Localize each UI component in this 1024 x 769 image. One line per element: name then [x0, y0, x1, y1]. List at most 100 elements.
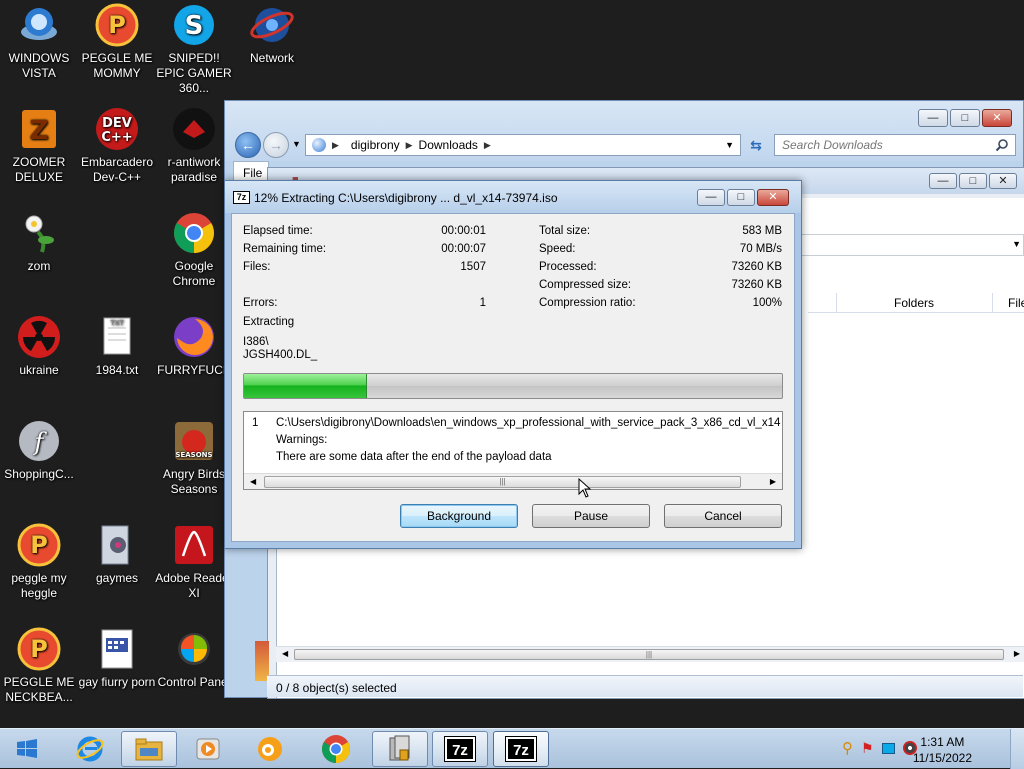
desktop-icon-label: ZOOMER DELUXE	[12, 155, 66, 184]
path-combo-dropdown-icon[interactable]: ▼	[1012, 239, 1021, 249]
dialog-minimize-button[interactable]: —	[697, 189, 725, 206]
dialog-title-bar[interactable]: 7z 12% Extracting C:\Users\digibrony ...…	[225, 181, 801, 213]
recent-pages-chevron-icon[interactable]: ▼	[292, 139, 301, 149]
log-horizontal-scrollbar[interactable]: ◀ ||| ▶	[244, 473, 782, 489]
show-desktop-button[interactable]	[1010, 729, 1024, 769]
compressed-size-value: 73260 KB	[731, 279, 782, 291]
pause-button[interactable]: Pause	[532, 504, 650, 528]
log-scrollbar-thumb[interactable]: |||	[264, 476, 741, 488]
desktop-icon[interactable]: Ppeggle my heggle	[0, 522, 78, 601]
speed-label: Speed:	[539, 243, 576, 255]
processed-label: Processed:	[539, 261, 597, 273]
adobe-reader-icon	[171, 522, 217, 568]
svg-text:P: P	[30, 635, 48, 663]
desktop-icon-label: Angry Birds Seasons	[162, 467, 226, 496]
search-tray-icon[interactable]: ⚲	[842, 741, 853, 756]
desktop-icon[interactable]: Network	[233, 2, 311, 66]
desktop-icon[interactable]: WINDOWS VISTA	[0, 2, 78, 81]
file-list-horizontal-scrollbar[interactable]: ◀ ||| ▶	[276, 646, 1024, 662]
desktop-icon[interactable]: r-antiwork paradise	[155, 106, 233, 185]
clock[interactable]: 1:31 AM 11/15/2022	[913, 734, 972, 766]
zoomer-icon: Z	[16, 106, 62, 152]
taskbar-chrome[interactable]	[308, 731, 364, 767]
inner-maximize-button[interactable]: □	[959, 173, 987, 189]
desktop-icon[interactable]: Adobe Reader XI	[155, 522, 233, 601]
internet-explorer-icon	[76, 736, 104, 762]
forward-button[interactable]: →	[263, 132, 289, 158]
dialog-maximize-button[interactable]: □	[727, 189, 755, 206]
close-button[interactable]: ✕	[982, 109, 1012, 127]
desktop-icon[interactable]: gaymes	[78, 522, 156, 586]
log-scroll-left-icon[interactable]: ◀	[250, 477, 256, 486]
search-input[interactable]: Search Downloads	[774, 134, 1016, 156]
breadcrumb-digibrony[interactable]: digibrony	[351, 138, 400, 152]
maximize-button[interactable]: □	[950, 109, 980, 127]
desktop-icon-label: Network	[249, 51, 294, 65]
desktop-icon-label: PEGGLE ME MOMMY	[81, 51, 153, 80]
address-dropdown-icon[interactable]: ▼	[725, 140, 734, 150]
scroll-right-icon[interactable]: ▶	[1014, 649, 1020, 658]
cancel-button[interactable]: Cancel	[664, 504, 782, 528]
scroll-left-icon[interactable]: ◀	[282, 649, 288, 658]
operation-label: Extracting	[243, 316, 295, 328]
compressed-size-label: Compressed size:	[539, 279, 632, 291]
taskbar-file-explorer[interactable]	[121, 731, 177, 767]
compression-ratio-value: 100%	[752, 297, 782, 309]
desktop-icon[interactable]: zom	[0, 210, 78, 274]
scrollbar-thumb[interactable]: |||	[294, 649, 1004, 660]
address-bar[interactable]: ▶ digibrony ▶ Downloads ▶ ▼	[305, 134, 741, 156]
column-file[interactable]: File	[1008, 296, 1024, 310]
files-label: Files:	[243, 261, 271, 273]
desktop-icon[interactable]: ukraine	[0, 314, 78, 378]
desktop-icon[interactable]: P PEGGLE ME MOMMY	[78, 2, 156, 81]
display-tray-icon[interactable]	[881, 743, 895, 754]
desktop-icon[interactable]: Control Panel	[155, 626, 233, 690]
refresh-icon[interactable]: ⇆	[744, 134, 768, 156]
elapsed-time-label: Elapsed time:	[243, 225, 313, 237]
skype-icon: S	[171, 2, 217, 48]
breadcrumb-downloads[interactable]: Downloads	[419, 138, 478, 152]
clock-date: 11/15/2022	[912, 751, 972, 765]
taskbar-7zip-2[interactable]: 7z	[493, 731, 549, 767]
log-path: C:\Users\digibrony\Downloads\en_windows_…	[276, 417, 781, 429]
taskbar-uc-browser[interactable]	[242, 731, 298, 767]
svg-text:P: P	[30, 531, 48, 559]
background-button[interactable]: Background	[400, 504, 518, 528]
inner-minimize-button[interactable]: —	[929, 173, 957, 189]
desktop-icon[interactable]: P PEGGLE ME NECKBEA...	[0, 626, 78, 705]
start-button[interactable]	[0, 731, 54, 767]
taskbar-7zip-1[interactable]: 7z	[432, 731, 488, 767]
desktop-icon[interactable]: f ShoppingC...	[0, 418, 78, 482]
desktop-icon[interactable]: gay fiurry porn	[78, 626, 156, 690]
desktop-icon-label: WINDOWS VISTA	[8, 51, 70, 80]
dialog-window-controls: — □ ✕	[697, 189, 789, 206]
minimize-button[interactable]: —	[918, 109, 948, 127]
back-button[interactable]: ←	[235, 132, 261, 158]
dialog-body: Elapsed time: 00:00:01 Remaining time: 0…	[231, 213, 795, 542]
peggle-icon: P	[16, 626, 62, 672]
taskbar-archive-manager[interactable]	[372, 731, 428, 767]
dialog-close-button[interactable]: ✕	[757, 189, 789, 206]
taskbar-media-player[interactable]	[180, 731, 236, 767]
svg-text:TXT: TXT	[109, 319, 124, 327]
desktop-icon[interactable]: TXT 1984.txt	[78, 314, 156, 378]
inner-close-button[interactable]: ✕	[989, 173, 1017, 189]
taskbar-internet-explorer[interactable]	[62, 731, 118, 767]
archive-manager-icon	[389, 735, 410, 761]
error-log-list[interactable]: 1 C:\Users\digibrony\Downloads\en_window…	[243, 411, 783, 490]
desktop-icon[interactable]: Google Chrome	[155, 210, 233, 289]
desktop-icon[interactable]: DEV C++ Embarcadero Dev-C++	[78, 106, 156, 185]
desktop-icon-label: Control Panel	[157, 675, 231, 689]
log-scroll-right-icon[interactable]: ▶	[770, 477, 776, 486]
antiwork-icon	[171, 106, 217, 152]
desktop-icon-label: SNIPED!! EPIC GAMER 360...	[156, 51, 232, 95]
desktop-icon[interactable]: S SNIPED!! EPIC GAMER 360...	[155, 2, 233, 96]
column-folders[interactable]: Folders	[894, 296, 934, 310]
desktop-icon-label: Embarcadero Dev-C++	[80, 155, 154, 184]
desktop-icon[interactable]: SEASONS Angry Birds Seasons	[155, 418, 233, 497]
desktop-icon[interactable]: Z ZOOMER DELUXE	[0, 106, 78, 185]
current-directory: I386\	[243, 336, 269, 348]
desktop-icon[interactable]: FURRYFUCK	[155, 314, 233, 378]
calendar-file-icon	[94, 626, 140, 672]
action-center-flag-icon[interactable]: ⚑	[861, 741, 874, 756]
